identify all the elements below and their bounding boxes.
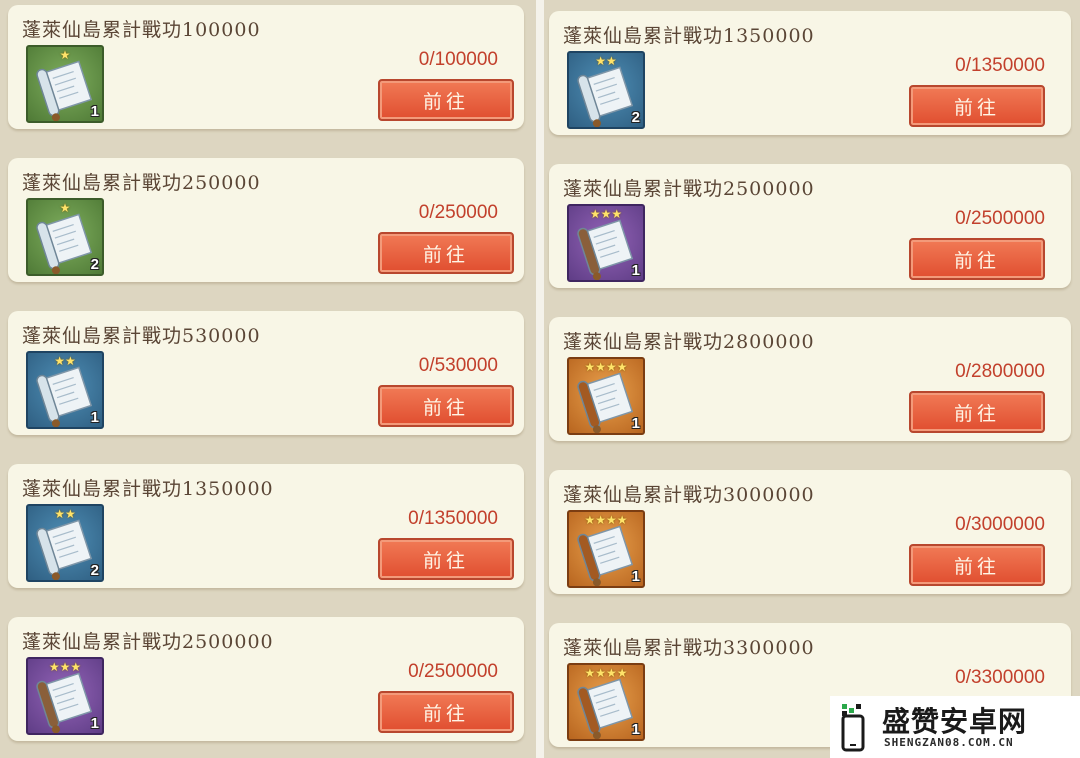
task-title: 蓬萊仙島累計戰功3300000 <box>563 637 815 659</box>
rarity-stars: ★★★ <box>589 207 623 221</box>
progress-text: 0/2500000 <box>408 661 498 682</box>
reward-item-slot[interactable]: ★★★★ 1 <box>567 357 645 435</box>
task-card: 蓬萊仙島累計戰功1350000 ★★ 2 0/1350000 前往 <box>8 464 524 588</box>
task-card: 蓬萊仙島累計戰功2800000 ★★★★ 1 0/2800000 前往 <box>549 317 1071 441</box>
reward-count: 1 <box>90 715 99 732</box>
task-title: 蓬萊仙島累計戰功1350000 <box>22 478 274 500</box>
rarity-stars: ★★ <box>54 354 76 368</box>
task-title: 蓬萊仙島累計戰功2500000 <box>563 178 815 200</box>
reward-count: 1 <box>90 103 99 120</box>
phone-icon <box>841 704 865 752</box>
go-button[interactable]: 前往 <box>909 391 1045 433</box>
task-card: 蓬萊仙島累計戰功1350000 ★★ 2 0/1350000 前往 <box>549 11 1071 135</box>
reward-item-slot[interactable]: ★★★★ 1 <box>567 510 645 588</box>
column-divider <box>536 0 544 758</box>
reward-item-slot[interactable]: ★★★ 1 <box>567 204 645 282</box>
task-card: 蓬萊仙島累計戰功2500000 ★★★ 1 0/2500000 前往 <box>549 164 1071 288</box>
task-title: 蓬萊仙島累計戰功100000 <box>22 19 261 41</box>
progress-text: 0/3000000 <box>955 514 1045 535</box>
watermark-name: 盛赞安卓网 <box>882 705 1028 738</box>
progress-text: 0/100000 <box>418 49 498 70</box>
rarity-stars: ★★ <box>595 54 617 68</box>
reward-count: 2 <box>631 109 640 126</box>
progress-text: 0/3300000 <box>955 667 1045 688</box>
go-button[interactable]: 前往 <box>378 79 514 121</box>
task-title: 蓬萊仙島累計戰功3000000 <box>563 484 815 506</box>
reward-count: 2 <box>90 562 99 579</box>
reward-count: 2 <box>90 256 99 273</box>
reward-item-slot[interactable]: ★ 2 <box>26 198 104 276</box>
progress-text: 0/2800000 <box>955 361 1045 382</box>
go-button[interactable]: 前往 <box>378 232 514 274</box>
reward-item-slot[interactable]: ★★★ 1 <box>26 657 104 735</box>
go-button[interactable]: 前往 <box>378 538 514 580</box>
reward-item-slot[interactable]: ★★ 2 <box>567 51 645 129</box>
rarity-stars: ★★★ <box>48 660 82 674</box>
task-card: 蓬萊仙島累計戰功3000000 ★★★★ 1 0/3000000 前往 <box>549 470 1071 594</box>
rarity-stars: ★★ <box>54 507 76 521</box>
progress-text: 0/530000 <box>418 355 498 376</box>
reward-item-slot[interactable]: ★★ 1 <box>26 351 104 429</box>
task-card: 蓬萊仙島累計戰功530000 ★★ 1 0/530000 前往 <box>8 311 524 435</box>
task-title: 蓬萊仙島累計戰功530000 <box>22 325 261 347</box>
reward-count: 1 <box>90 409 99 426</box>
go-button[interactable]: 前往 <box>378 385 514 427</box>
reward-item-slot[interactable]: ★★★★ 1 <box>567 663 645 741</box>
reward-count: 1 <box>631 568 640 585</box>
progress-text: 0/2500000 <box>955 208 1045 229</box>
reward-count: 1 <box>631 721 640 738</box>
watermark-url: SHENGZAN08.COM.CN <box>884 736 1014 749</box>
left-task-column: 蓬萊仙島累計戰功100000 ★ 1 0/100000 前往 蓬萊仙島累計戰功2… <box>0 0 536 758</box>
rarity-stars: ★★★★ <box>584 360 628 374</box>
task-title: 蓬萊仙島累計戰功2500000 <box>22 631 274 653</box>
progress-text: 0/1350000 <box>408 508 498 529</box>
progress-text: 0/1350000 <box>955 55 1045 76</box>
rarity-stars: ★★★★ <box>584 513 628 527</box>
task-card: 蓬萊仙島累計戰功100000 ★ 1 0/100000 前往 <box>8 5 524 129</box>
task-title: 蓬萊仙島累計戰功2800000 <box>563 331 815 353</box>
site-watermark: 盛赞安卓网 SHENGZAN08.COM.CN <box>830 696 1080 758</box>
right-task-column: 蓬萊仙島累計戰功1350000 ★★ 2 0/1350000 前往 蓬萊仙島累計… <box>544 0 1080 758</box>
reward-item-slot[interactable]: ★★ 2 <box>26 504 104 582</box>
task-title: 蓬萊仙島累計戰功250000 <box>22 172 261 194</box>
task-card: 蓬萊仙島累計戰功250000 ★ 2 0/250000 前往 <box>8 158 524 282</box>
go-button[interactable]: 前往 <box>909 544 1045 586</box>
go-button[interactable]: 前往 <box>909 238 1045 280</box>
task-card: 蓬萊仙島累計戰功2500000 ★★★ 1 0/2500000 前往 <box>8 617 524 741</box>
reward-count: 1 <box>631 415 640 432</box>
rarity-stars: ★★★★ <box>584 666 628 680</box>
task-title: 蓬萊仙島累計戰功1350000 <box>563 25 815 47</box>
reward-count: 1 <box>631 262 640 279</box>
go-button[interactable]: 前往 <box>378 691 514 733</box>
reward-item-slot[interactable]: ★ 1 <box>26 45 104 123</box>
rarity-stars: ★ <box>59 48 71 62</box>
rarity-stars: ★ <box>59 201 71 215</box>
go-button[interactable]: 前往 <box>909 85 1045 127</box>
progress-text: 0/250000 <box>418 202 498 223</box>
